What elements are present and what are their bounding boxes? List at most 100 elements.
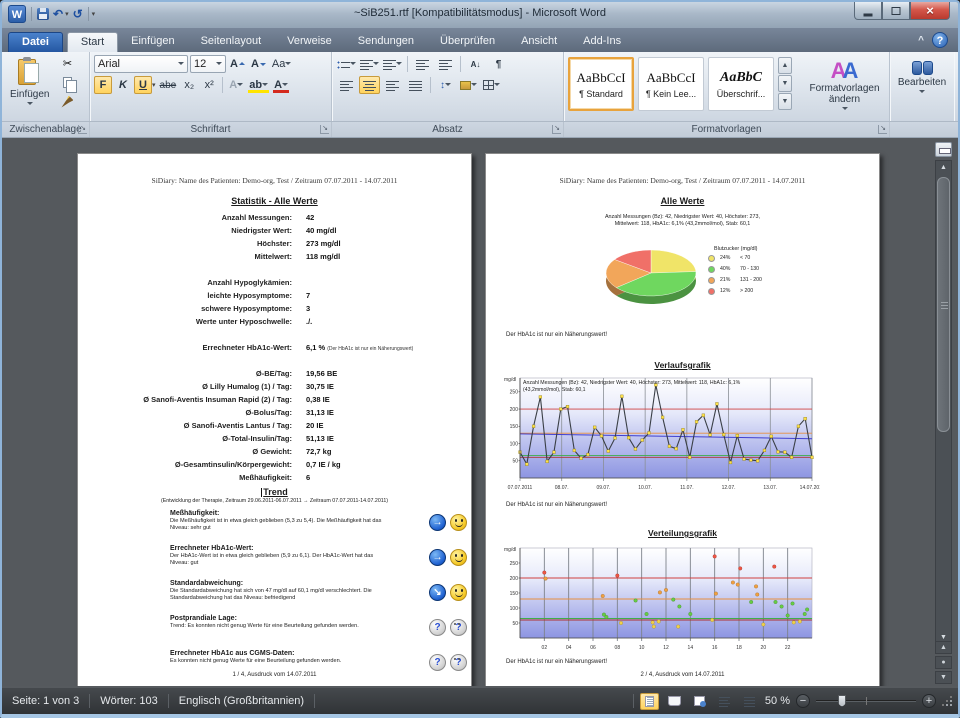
status-bar: Seite: 1 von 3 Wörter: 103 Englisch (Gro…: [2, 688, 958, 714]
line-spacing-icon[interactable]: ↕: [435, 76, 456, 94]
ribbon-tab[interactable]: Seitenlayout: [188, 32, 275, 52]
align-right-icon[interactable]: [382, 76, 403, 94]
borders-icon[interactable]: [481, 76, 502, 94]
svg-text:12: 12: [663, 645, 669, 651]
bold-button[interactable]: F: [94, 76, 112, 94]
svg-text:200: 200: [510, 407, 519, 413]
draft-view-icon[interactable]: [740, 693, 759, 710]
fullscreen-reading-view-icon[interactable]: [665, 693, 684, 710]
zoom-slider[interactable]: [816, 700, 916, 702]
cut-icon[interactable]: ✂: [57, 55, 77, 72]
svg-text:08: 08: [615, 645, 621, 651]
copy-icon[interactable]: [57, 74, 77, 91]
increase-indent-icon[interactable]: [435, 55, 456, 73]
zoom-level[interactable]: 50 %: [765, 695, 790, 707]
styles-scroll-up-icon[interactable]: ▲: [778, 57, 792, 74]
subscript-button[interactable]: x₂: [180, 76, 198, 94]
align-center-icon[interactable]: [359, 76, 380, 94]
previous-page-icon[interactable]: ▲: [935, 641, 952, 654]
bullet-list-icon[interactable]: [336, 55, 357, 73]
legend-swatch-icon: [708, 288, 715, 295]
justify-icon[interactable]: [405, 76, 426, 94]
ribbon-tab[interactable]: Überprüfen: [427, 32, 508, 52]
trend-status-icon: [429, 654, 446, 671]
strikethrough-button[interactable]: abe: [158, 76, 179, 94]
italic-button[interactable]: K: [114, 76, 132, 94]
font-name-select[interactable]: Arial: [94, 55, 188, 73]
change-styles-button[interactable]: AA Formatvorlagen ändern: [804, 57, 885, 115]
multilevel-list-icon[interactable]: [382, 55, 403, 73]
font-color-button[interactable]: A: [272, 76, 290, 94]
style-card[interactable]: AaBbC Überschrif...: [708, 57, 774, 111]
text-highlight-button[interactable]: ab: [247, 76, 270, 94]
page-footer: 1 / 4, Ausdruck vom 14.07.2011: [78, 672, 471, 678]
outline-view-icon[interactable]: [715, 693, 734, 710]
underline-button[interactable]: U: [134, 76, 152, 94]
stat-row: Ø Sanofi-Aventis Lantus / Tag: 20 IE: [78, 419, 471, 432]
zoom-slider-thumb[interactable]: [838, 695, 846, 707]
zoom-out-icon[interactable]: −: [796, 694, 810, 708]
svg-text:Anzahl Messungen (Bz): 42, Nie: Anzahl Messungen (Bz): 42, Niedrigster W…: [523, 380, 741, 386]
trend-title: Trend: [78, 487, 471, 497]
stat-row: Meßhäufigkeit: 6: [78, 471, 471, 484]
sort-icon[interactable]: A↓: [465, 55, 486, 73]
word-count-status[interactable]: Wörter: 103: [90, 695, 167, 707]
style-card[interactable]: AaBbCcI ¶ Kein Lee...: [638, 57, 704, 111]
hba1c-note-3: Der HbA1c ist nur ein Näherungswert!: [506, 659, 607, 665]
close-button[interactable]: ×: [910, 2, 950, 20]
editing-button[interactable]: Bearbeiten: [894, 59, 950, 98]
format-painter-icon[interactable]: [57, 93, 77, 110]
trend-status-icon: [429, 584, 446, 601]
stat-row: Ø-BE/Tag: 19,56 BE: [78, 367, 471, 380]
dialog-launcher-icon[interactable]: ↘: [552, 125, 561, 134]
ribbon-tab[interactable]: Sendungen: [345, 32, 427, 52]
ribbon-collapse-icon[interactable]: ^: [918, 35, 924, 46]
scrollbar-thumb[interactable]: [937, 177, 950, 432]
align-left-icon[interactable]: [336, 76, 357, 94]
next-page-icon[interactable]: ▼: [935, 671, 952, 684]
font-size-select[interactable]: 12: [190, 55, 226, 73]
decrease-indent-icon[interactable]: [412, 55, 433, 73]
change-case-button[interactable]: Aa: [270, 55, 293, 73]
underline-dropdown-icon[interactable]: ▾: [152, 81, 156, 89]
trend-smiley-icon: [450, 549, 467, 566]
svg-text:50: 50: [512, 459, 518, 465]
show-paragraph-marks-icon[interactable]: ¶: [488, 55, 509, 73]
ribbon-tab[interactable]: Start: [67, 32, 118, 52]
dialog-launcher-icon[interactable]: ↘: [878, 125, 887, 134]
styles-more-icon[interactable]: ▼: [778, 93, 792, 110]
grow-font-button[interactable]: A: [228, 55, 247, 73]
web-layout-view-icon[interactable]: [690, 693, 709, 710]
svg-text:09.07.: 09.07.: [596, 485, 610, 491]
scrollbar-track[interactable]: ▲ ▼: [935, 160, 952, 646]
page-count-status[interactable]: Seite: 1 von 3: [2, 695, 89, 707]
superscript-button[interactable]: x²: [200, 76, 218, 94]
style-card[interactable]: AaBbCcI ¶ Standard: [568, 57, 634, 111]
shrink-font-button[interactable]: A: [249, 55, 268, 73]
help-icon[interactable]: ?: [932, 32, 948, 48]
ribbon-tab[interactable]: Verweise: [274, 32, 345, 52]
stat-row: Ø-Total-Insulin/Tag: 51,13 IE: [78, 432, 471, 445]
select-browse-object-icon[interactable]: ●: [935, 656, 952, 669]
ruler-toggle-icon[interactable]: [935, 142, 952, 157]
language-status[interactable]: Englisch (Großbritannien): [169, 695, 314, 707]
dialog-launcher-icon[interactable]: ↘: [320, 125, 329, 134]
shading-icon[interactable]: [458, 76, 479, 94]
ribbon-tab[interactable]: Einfügen: [118, 32, 187, 52]
maximize-button[interactable]: [882, 2, 910, 20]
ribbon-tab[interactable]: Ansicht: [508, 32, 570, 52]
scroll-up-icon[interactable]: ▲: [936, 161, 951, 175]
numbered-list-icon[interactable]: [359, 55, 380, 73]
ribbon-tab[interactable]: Datei: [8, 32, 63, 52]
svg-text:08.07.: 08.07.: [555, 485, 569, 491]
pie-legend-item: 24% < 70: [708, 255, 780, 262]
ribbon-tab[interactable]: Add-Ins: [570, 32, 634, 52]
paste-button[interactable]: Einfügen: [6, 55, 53, 119]
zoom-in-icon[interactable]: +: [922, 694, 936, 708]
print-layout-view-icon[interactable]: [640, 693, 659, 710]
minimize-button[interactable]: [854, 2, 882, 20]
dialog-launcher-icon[interactable]: ↘: [78, 125, 87, 134]
resize-grip[interactable]: [942, 696, 952, 706]
text-effects-button[interactable]: A: [227, 76, 245, 94]
styles-scroll-down-icon[interactable]: ▼: [778, 75, 792, 92]
